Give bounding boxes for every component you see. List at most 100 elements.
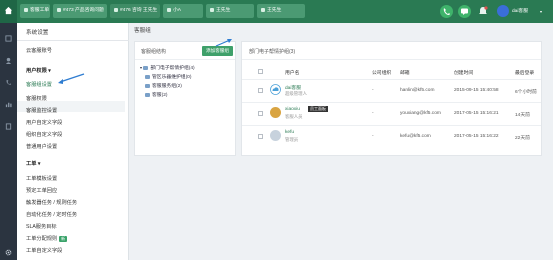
column-header-last-login: 最后登录	[515, 71, 535, 76]
avatar	[270, 130, 281, 141]
user-name: dai客服	[512, 9, 528, 14]
sidebar-item-assign-rules[interactable]: 工单分配规则新	[26, 235, 68, 242]
column-header-email: 邮箱	[400, 71, 410, 76]
divider	[242, 102, 541, 103]
tab-user-wang-2[interactable]: 王先生	[257, 4, 305, 18]
phone-icon	[443, 8, 450, 15]
row-checkbox[interactable]	[258, 88, 263, 93]
tab-ticket-476[interactable]: #476 咨询 王先生	[110, 4, 160, 18]
document-icon[interactable]	[5, 123, 12, 130]
caret-down-icon: ▾	[140, 65, 143, 70]
tooltip-tag: 员工面板	[308, 106, 328, 112]
org-cell: -	[372, 111, 374, 116]
tab-icon	[24, 7, 28, 12]
sidebar-title: 系统设置	[26, 30, 49, 36]
user-role: 客服人员	[285, 114, 303, 119]
user-role: 超级管理人	[285, 91, 307, 96]
sidebar-item-preset-reply[interactable]: 预定工单回应	[26, 187, 57, 194]
group-item[interactable]: 管区乐器维护组(0)	[145, 73, 191, 80]
created-cell: 2017-05-15 15:16:21	[454, 111, 499, 116]
icon-rail	[0, 23, 17, 260]
chevron-down-icon: ▾	[48, 68, 51, 74]
divider	[135, 59, 235, 60]
divider	[242, 79, 541, 80]
org-cell: -	[372, 134, 374, 139]
avatar	[270, 107, 281, 118]
phone-rail-icon[interactable]	[5, 79, 12, 86]
email-cell: hanlin@kf5.com	[400, 88, 435, 93]
divider	[17, 40, 129, 41]
group-item[interactable]: 客服(2)	[145, 91, 167, 98]
divider	[242, 125, 541, 126]
select-all-checkbox[interactable]	[258, 69, 263, 74]
sidebar-item-agent-group[interactable]: 客服组设置	[26, 81, 52, 88]
panel-title: 客服组结构	[141, 49, 167, 55]
user-icon[interactable]	[5, 57, 12, 64]
row-checkbox[interactable]	[258, 134, 263, 139]
cloud-icon	[270, 84, 281, 95]
column-header-created: 创建时间	[454, 71, 474, 76]
notification-button[interactable]	[478, 6, 488, 17]
org-cell: -	[372, 88, 374, 93]
sidebar-item-sla[interactable]: SLA服务目标	[26, 223, 57, 230]
tab-work-order[interactable]: 客服工单	[20, 4, 50, 18]
column-header-username: 用户名	[285, 71, 300, 76]
tab-user-wang-1[interactable]: 王先生	[206, 4, 254, 18]
settings-sidebar: 系统设置 云客服账号 用户权限 ▾ 客服组设置 客服权限 客服监控设置 用户自定…	[17, 23, 146, 260]
user-menu[interactable]: dai客服 ▾	[497, 5, 547, 18]
top-bar: 客服工单 #473 产品咨询问题 #476 咨询 王先生 小A 王先生 王先生 …	[0, 0, 553, 23]
sidebar-item-template[interactable]: 工单模板设置	[26, 175, 57, 182]
sidebar-item-monitor-settings[interactable]: 客服监控设置	[26, 107, 57, 114]
sidebar-item-cloud-account[interactable]: 云客服账号	[26, 47, 52, 54]
avatar	[497, 5, 509, 17]
sidebar-group-user-permissions[interactable]: 用户权限 ▾	[26, 67, 51, 74]
sidebar-item-normal-user[interactable]: 普通用户设置	[26, 143, 57, 150]
home-icon	[4, 6, 13, 15]
email-cell: kefu@kf5.com	[400, 134, 431, 139]
chat-button[interactable]	[458, 5, 471, 18]
tab-icon	[57, 7, 61, 12]
group-item[interactable]: 客服服务组(2)	[145, 82, 182, 89]
last-login-cell: 14天前	[515, 113, 530, 118]
tab-user-a[interactable]: 小A	[163, 4, 203, 18]
row-checkbox[interactable]	[258, 111, 263, 116]
gear-icon[interactable]	[5, 249, 12, 256]
panel-title: 部门电子帮情护组(3)	[249, 49, 296, 55]
folder-icon	[145, 92, 150, 97]
sidebar-item-org-fields[interactable]: 组织自定义字段	[26, 131, 62, 138]
sidebar-group-work-order[interactable]: 工单 ▾	[26, 160, 40, 167]
sidebar-item-agent-permissions[interactable]: 客服权限	[26, 95, 47, 102]
tab-ticket-473[interactable]: #473 产品咨询问题	[53, 4, 107, 18]
group-item[interactable]: ▾ 部门电子帮情护组(4)	[140, 64, 195, 71]
created-cell: 2015-09-15 15:40:58	[454, 88, 499, 93]
home-button[interactable]	[0, 0, 17, 23]
email-cell: youxiang@kf5.com	[400, 111, 441, 116]
sidebar-item-user-fields[interactable]: 用户自定义字段	[26, 119, 62, 126]
chevron-down-icon: ▾	[540, 9, 543, 14]
sidebar-item-triggers[interactable]: 触发器任务 / 规则任务	[26, 199, 77, 206]
sidebar-item-ticket-fields[interactable]: 工单自定义字段	[26, 247, 62, 254]
annotation-arrow	[215, 39, 232, 47]
annotation-arrow	[58, 73, 85, 84]
user-role: 管理员	[285, 137, 299, 142]
tab-icon	[210, 7, 214, 12]
chevron-down-icon: ▾	[37, 161, 41, 167]
add-group-button[interactable]: 添加客服组	[202, 46, 233, 56]
folder-icon	[145, 83, 150, 88]
workbench-icon[interactable]	[5, 35, 12, 42]
chart-icon[interactable]	[5, 101, 12, 108]
user-name[interactable]: dai客服	[285, 84, 301, 91]
folder-icon	[145, 74, 150, 79]
sidebar-item-automation[interactable]: 自动化任务 / 定时任务	[26, 211, 77, 218]
tab-icon	[261, 7, 265, 12]
user-name[interactable]: kefu	[285, 130, 294, 135]
new-badge: 新	[59, 236, 68, 242]
group-structure-panel: 客服组结构 添加客服组 ▾ 部门电子帮情护组(4) 管区乐器维护组(0) 客服服…	[134, 41, 236, 156]
chat-icon	[461, 8, 468, 15]
user-name[interactable]: xiaoxiu	[285, 107, 300, 112]
bell-icon	[479, 6, 488, 14]
members-panel: 部门电子帮情护组(3) 用户名 公司组织 邮箱 创建时间 最后登录 dai客服 …	[241, 41, 542, 156]
created-cell: 2017-05-15 15:16:22	[454, 134, 499, 139]
phone-button[interactable]	[440, 5, 453, 18]
divider	[242, 59, 541, 60]
